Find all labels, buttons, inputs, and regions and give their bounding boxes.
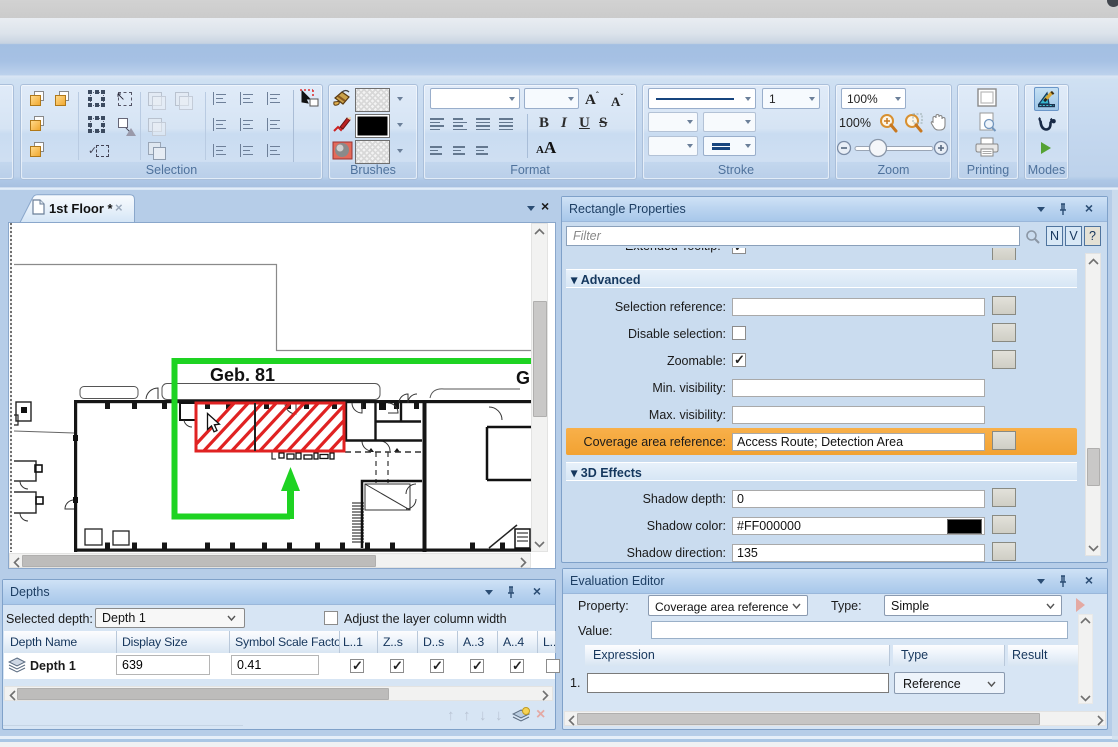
svg-text:Geb. 81: Geb. 81 — [210, 365, 275, 385]
svg-text:G: G — [516, 368, 530, 388]
